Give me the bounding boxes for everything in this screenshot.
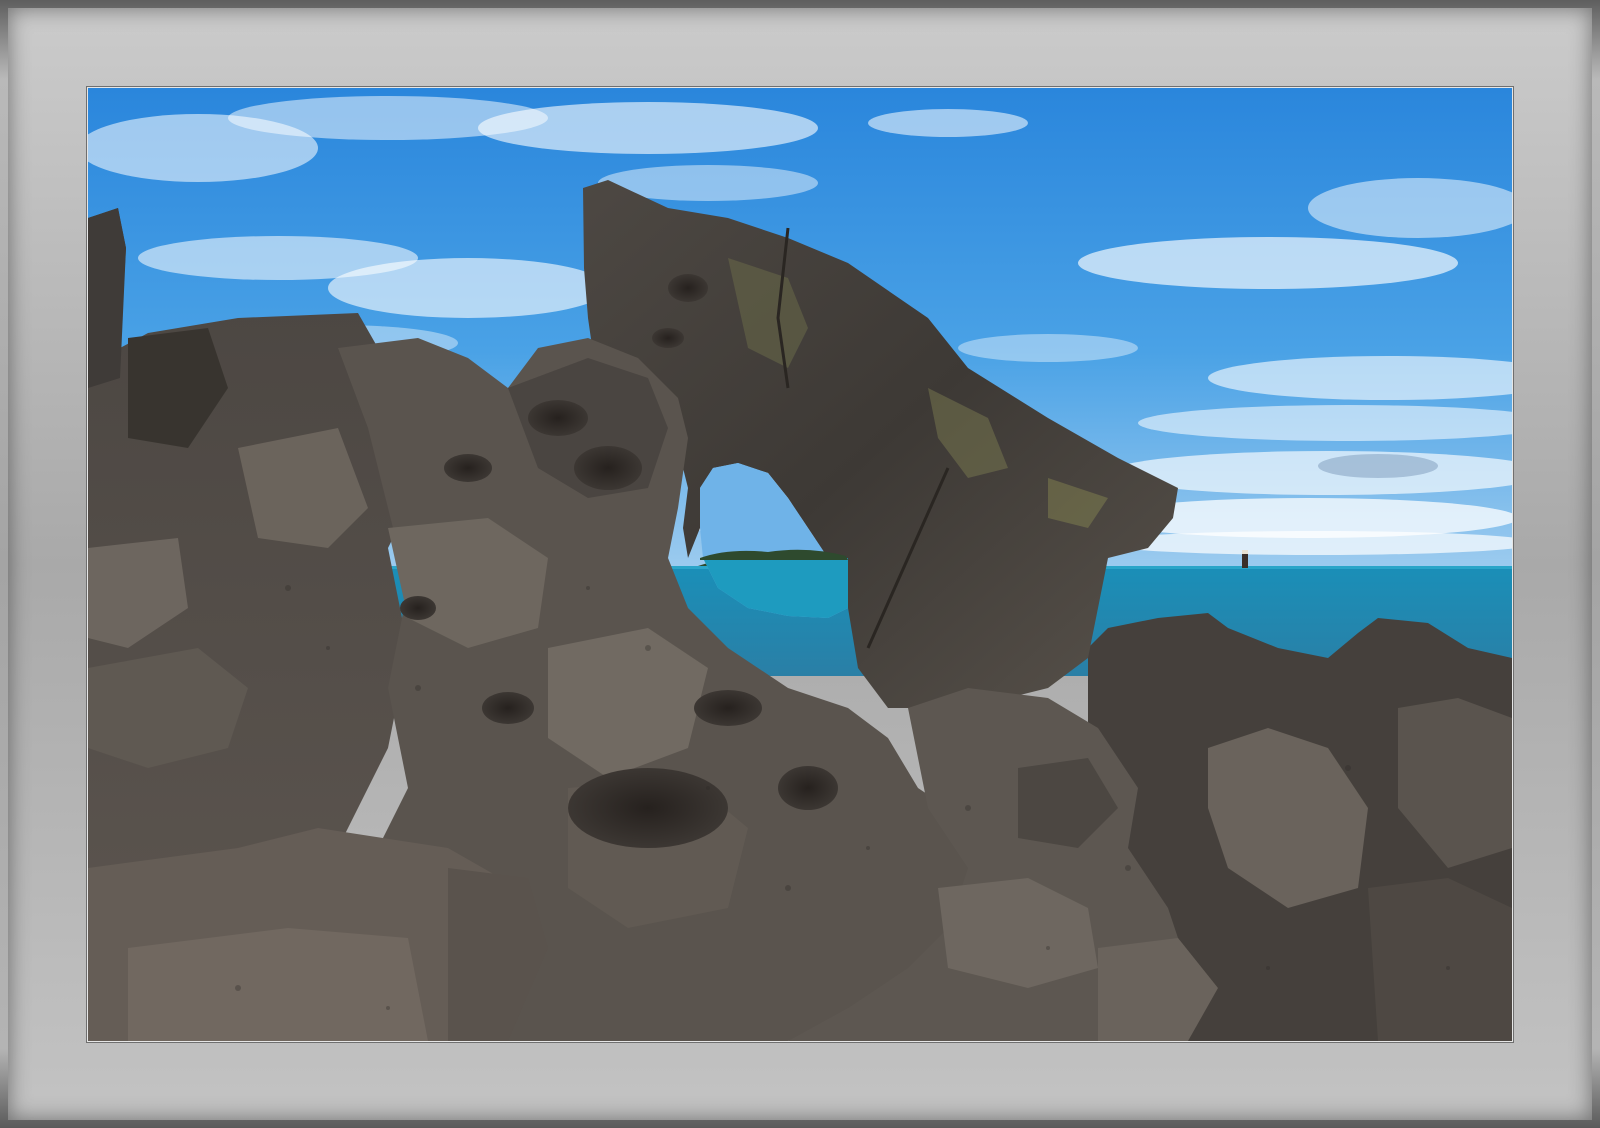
photograph bbox=[87, 87, 1513, 1042]
sea-marker bbox=[1242, 550, 1248, 568]
